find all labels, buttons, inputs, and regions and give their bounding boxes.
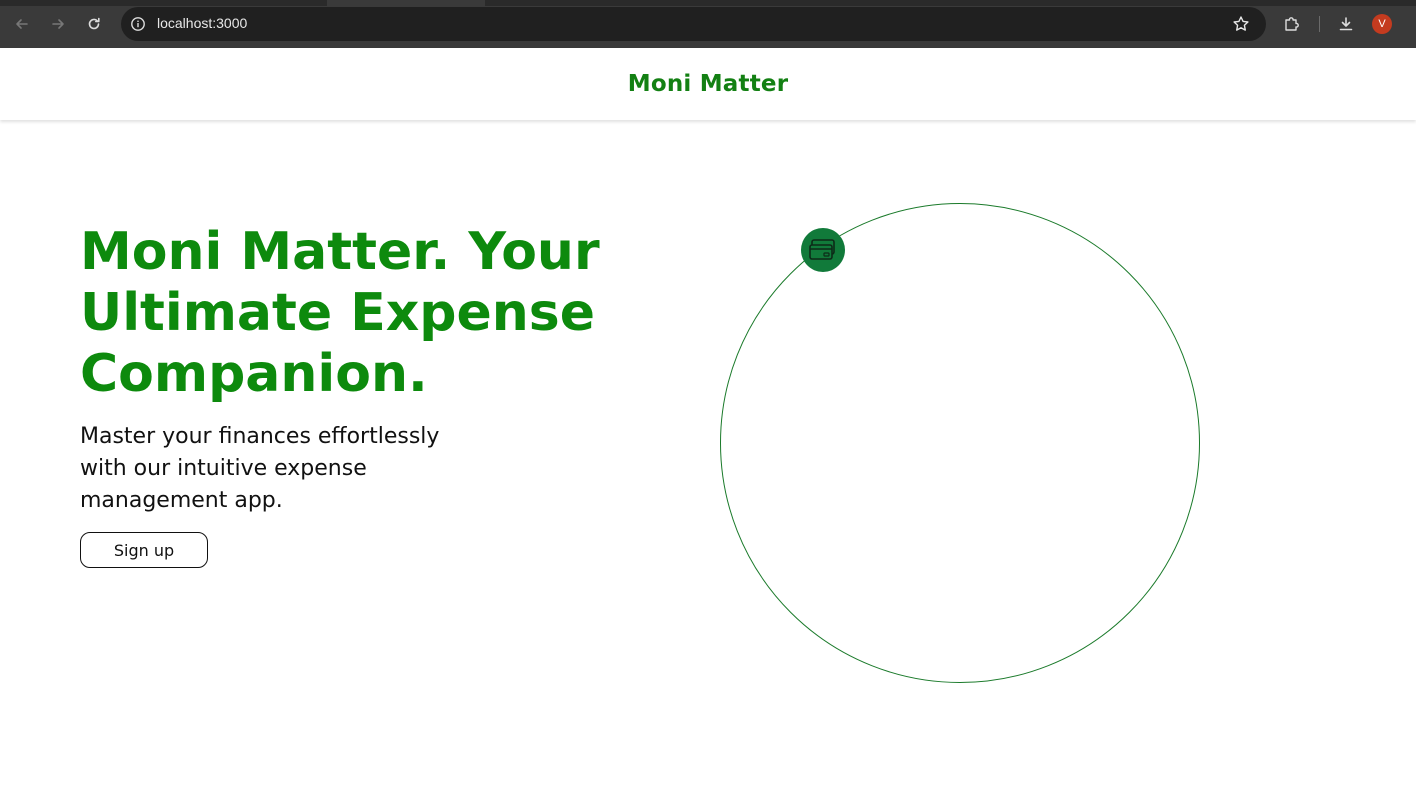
profile-avatar[interactable]: V xyxy=(1372,14,1392,34)
orbit-circle xyxy=(720,203,1200,683)
signup-button[interactable]: Sign up xyxy=(80,532,208,568)
info-icon xyxy=(131,17,145,31)
bookmark-button[interactable] xyxy=(1232,15,1250,33)
arrow-right-icon xyxy=(52,19,64,29)
star-icon xyxy=(1233,16,1249,31)
brand-name[interactable]: Moni Matter xyxy=(628,71,789,97)
hero-title-line: Ultimate Expense xyxy=(80,283,596,343)
tab-strip xyxy=(0,0,1416,6)
downloads-button[interactable] xyxy=(1334,12,1358,36)
credit-cards-icon xyxy=(809,239,835,260)
reload-button[interactable] xyxy=(82,12,106,36)
address-bar[interactable]: localhost:3000 xyxy=(121,7,1266,41)
hero-subtitle-line: with our intuitive expense xyxy=(80,456,367,481)
active-tab-edge[interactable] xyxy=(327,0,485,6)
extensions-button[interactable] xyxy=(1280,12,1304,36)
reload-icon xyxy=(88,17,100,30)
browser-toolbar: localhost:3000 V xyxy=(0,0,1416,48)
hero-subtitle: Master your finances effortlessly with o… xyxy=(80,421,500,517)
arrow-left-icon xyxy=(16,19,28,29)
orbit-badge xyxy=(801,228,845,272)
hero-title: Moni Matter. Your Ultimate Expense Compa… xyxy=(80,222,680,405)
site-info-button[interactable] xyxy=(129,15,147,33)
hero-subtitle-line: management app. xyxy=(80,488,283,513)
hero-subtitle-line: Master your finances effortlessly xyxy=(80,424,440,449)
download-icon xyxy=(1339,17,1353,31)
forward-button[interactable] xyxy=(46,12,70,36)
puzzle-icon xyxy=(1285,17,1299,31)
toolbar-separator xyxy=(1319,16,1320,32)
back-button[interactable] xyxy=(10,12,34,36)
hero-title-line: Moni Matter. Your xyxy=(80,222,600,282)
site-header: Moni Matter xyxy=(0,48,1416,120)
url-text[interactable]: localhost:3000 xyxy=(157,15,247,31)
hero-title-line: Companion. xyxy=(80,344,428,404)
